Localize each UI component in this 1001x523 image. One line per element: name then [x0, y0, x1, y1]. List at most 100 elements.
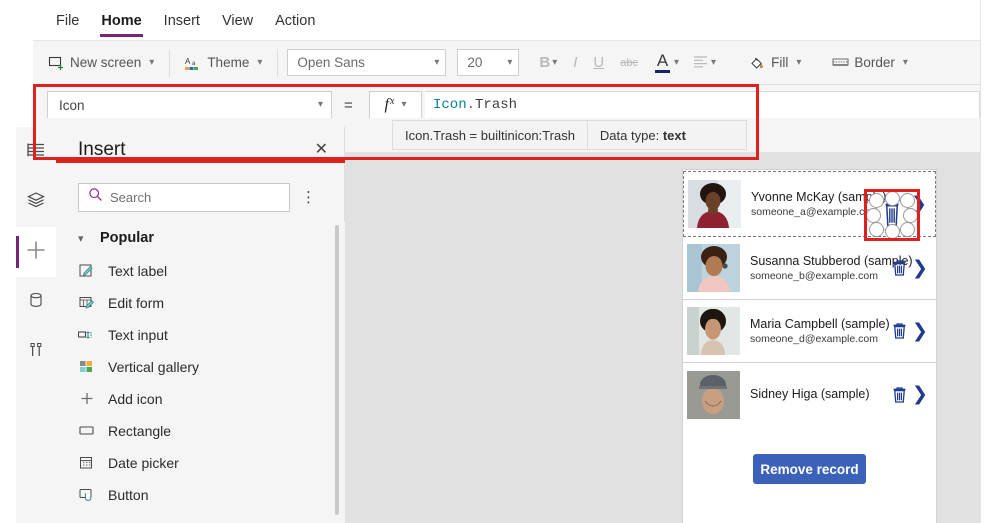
chevron-down-icon: ▾	[711, 56, 717, 68]
menu-item-view[interactable]: View	[211, 3, 264, 38]
annotation-box-selected-icon	[864, 189, 920, 241]
search-placeholder: Search	[110, 189, 152, 205]
theme-aa-icon: A a	[185, 55, 201, 71]
insert-item-label: Vertical gallery	[108, 359, 200, 375]
chevron-down-icon: ▾	[796, 56, 802, 68]
menu-item-file[interactable]: File	[45, 3, 90, 38]
chevron-down-icon: ▾	[552, 56, 558, 68]
contact-name: Susanna Stubberod (sample)	[750, 254, 913, 268]
remove-record-button[interactable]: Remove record	[753, 454, 866, 484]
insert-item-label: Edit form	[108, 295, 165, 311]
main-menu-bar: File Home Insert View Action	[33, 0, 980, 41]
insert-panel: Insert ✕ Search ⋮ ▾ Popular Text label E…	[56, 127, 345, 523]
fx-button[interactable]: fx ▾	[369, 91, 422, 119]
ribbon-group-text-format: B ▾ I U abc A ▾ ▾	[528, 41, 731, 84]
avatar	[688, 180, 741, 228]
insert-item-text-input[interactable]: Text input	[56, 319, 345, 351]
border-button[interactable]: Border ▾	[826, 51, 914, 75]
italic-button[interactable]: I	[566, 51, 584, 74]
search-input[interactable]: Search	[78, 182, 290, 212]
new-screen-button[interactable]: New screen ▾	[42, 51, 160, 75]
align-button[interactable]: ▾	[687, 52, 722, 74]
insert-item-vertical-gallery[interactable]: Vertical gallery	[56, 351, 345, 383]
svg-text:a: a	[192, 61, 196, 67]
rail-item-insert[interactable]	[16, 227, 56, 277]
rail-item-media[interactable]	[16, 327, 56, 377]
insert-item-label: Text label	[108, 263, 168, 279]
font-color-button[interactable]: A ▾	[647, 50, 685, 76]
contact-name: Sidney Higa (sample)	[750, 386, 870, 401]
avatar	[687, 244, 740, 292]
fill-label: Fill	[771, 55, 789, 70]
ribbon-group-screen: New screen ▾	[33, 41, 169, 84]
chevron-right-icon[interactable]: ❯	[910, 383, 930, 406]
intellisense-definition: Icon.Trash = builtinicon:Trash	[405, 127, 575, 143]
more-options-icon[interactable]: ⋮	[301, 190, 316, 205]
insert-item-text-label[interactable]: Text label	[56, 255, 345, 287]
intellisense-datatype-label: Data type:	[599, 127, 660, 143]
insert-item-label: Add icon	[108, 391, 163, 407]
bold-button[interactable]: B ▾	[532, 51, 564, 74]
fx-glyph: f	[384, 96, 389, 113]
chevron-down-icon: ▾	[674, 56, 680, 68]
contact-email: someone_d@example.com	[750, 333, 878, 345]
close-icon[interactable]: ✕	[315, 142, 328, 158]
gallery-item[interactable]: Susanna Stubberod (sample) someone_b@exa…	[683, 237, 936, 300]
equals-sign: =	[344, 97, 353, 114]
bold-label: B	[539, 54, 551, 71]
delete-record-button[interactable]	[888, 259, 910, 277]
insert-item-date-picker[interactable]: Date picker	[56, 447, 345, 479]
chevron-right-icon[interactable]: ❯	[910, 320, 930, 343]
property-select[interactable]: Icon ▾	[47, 91, 332, 119]
chevron-down-icon: ▾	[149, 56, 155, 68]
gallery-item-info: Susanna Stubberod (sample) someone_b@exa…	[740, 254, 913, 282]
insert-item-rectangle[interactable]: Rectangle	[56, 415, 345, 447]
strikethrough-button[interactable]: abc	[613, 54, 645, 72]
font-family-select[interactable]: Open Sans ▾	[287, 49, 447, 76]
annotation-line-insert-panel	[56, 160, 345, 163]
insert-panel-scrollbar[interactable]	[335, 225, 339, 515]
chevron-right-icon[interactable]: ❯	[910, 257, 930, 280]
insert-item-edit-form[interactable]: Edit form	[56, 287, 345, 319]
gallery-item[interactable]: Maria Campbell (sample) someone_d@exampl…	[683, 300, 936, 363]
rail-item-layers[interactable]	[16, 177, 56, 227]
ribbon-group-fill: Fill ▾	[731, 41, 816, 84]
plus-icon	[25, 239, 47, 266]
underline-button[interactable]: U	[586, 51, 611, 74]
insert-item-label: Button	[108, 487, 149, 503]
chevron-down-icon: ▾	[257, 56, 263, 68]
fill-button[interactable]: Fill ▾	[743, 51, 807, 75]
search-icon	[88, 187, 103, 207]
font-size-value: 20	[467, 55, 483, 70]
rail-item-tree-view[interactable]	[16, 127, 56, 177]
insert-item-list: ▾ Popular Text label Edit form Text inpu…	[56, 221, 345, 523]
chevron-down-icon: ▾	[507, 56, 513, 68]
menu-item-action[interactable]: Action	[264, 3, 326, 38]
border-label: Border	[854, 55, 895, 70]
delete-record-button[interactable]	[888, 386, 910, 404]
avatar	[687, 307, 740, 355]
ribbon-group-font: Open Sans ▾ 20 ▾	[278, 41, 528, 84]
insert-item-label: Rectangle	[108, 423, 172, 439]
theme-button[interactable]: A a Theme ▾	[179, 51, 268, 75]
left-rail	[16, 127, 57, 523]
fill-bucket-icon	[749, 55, 765, 71]
border-icon	[832, 55, 849, 71]
insert-group-popular[interactable]: ▾ Popular	[56, 221, 345, 255]
insert-item-button[interactable]: Button	[56, 479, 345, 511]
menu-item-insert[interactable]: Insert	[153, 3, 211, 38]
date-picker-icon	[78, 455, 95, 472]
delete-record-button[interactable]	[888, 322, 910, 340]
insert-item-add-icon[interactable]: Add icon	[56, 383, 345, 415]
menu-item-home[interactable]: Home	[90, 3, 152, 38]
font-size-select[interactable]: 20 ▾	[457, 49, 520, 76]
selected-control-adorner[interactable]	[864, 189, 920, 241]
chevron-down-icon: ▾	[401, 99, 407, 110]
rail-item-data[interactable]	[16, 277, 56, 327]
formula-token-dot: .	[466, 97, 476, 113]
ribbon-group-theme: A a Theme ▾	[170, 41, 277, 84]
rectangle-icon	[78, 423, 95, 440]
formula-input[interactable]: Icon. Trash	[425, 91, 980, 119]
align-left-icon	[693, 55, 709, 71]
powerapps-studio-window: File Home Insert View Action New screen …	[0, 0, 1001, 523]
